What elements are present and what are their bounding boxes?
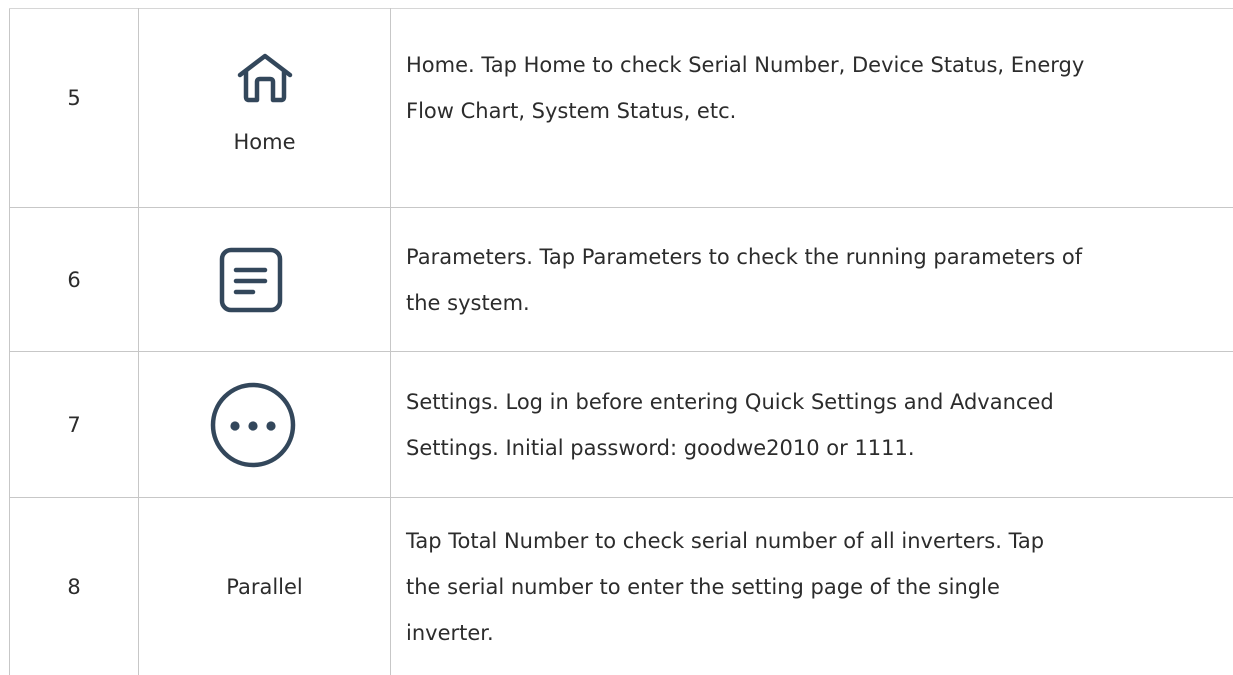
row-number: 5	[67, 86, 81, 110]
more-dots-icon	[210, 382, 295, 467]
row-number-cell: 8	[9, 497, 139, 675]
row-number: 7	[67, 412, 81, 437]
icon-cell	[138, 351, 391, 498]
instruction-table: 5 Home Home. Tap Home to check Serial Nu…	[9, 8, 1233, 675]
icon-cell: Home	[138, 8, 391, 208]
row-number-cell: 7	[9, 351, 139, 498]
row-number-cell: 5	[9, 8, 139, 208]
description-line: Settings. Log in before entering Quick S…	[406, 389, 1054, 414]
description-cell: Parameters. Tap Parameters to check the …	[390, 207, 1233, 352]
description-cell: Home. Tap Home to check Serial Number, D…	[390, 8, 1233, 208]
description-line: the serial number to enter the setting p…	[406, 575, 1000, 599]
row-number: 6	[67, 267, 81, 292]
home-icon-group: Home	[139, 52, 390, 156]
row-number: 8	[67, 575, 81, 599]
description-line: Parameters. Tap Parameters to check the …	[406, 244, 1083, 269]
description-line: Flow Chart, System Status, etc.	[406, 99, 737, 123]
description-line: Home. Tap Home to check Serial Number, D…	[406, 53, 1085, 77]
home-icon	[237, 53, 292, 103]
table-row: 8 Parallel Tap Total Number to check ser…	[9, 497, 1233, 675]
description-cell: Settings. Log in before entering Quick S…	[390, 351, 1233, 498]
table-row: 5 Home Home. Tap Home to check Serial Nu…	[9, 8, 1233, 208]
table-row: 6 Parameters. Tap Parameters to check th…	[9, 207, 1233, 352]
description-line: Settings. Initial password: goodwe2010 o…	[406, 435, 915, 460]
table-row: 7 Settings. Log in before entering Quick…	[9, 351, 1233, 498]
description-line: Tap Total Number to check serial number …	[406, 529, 1045, 553]
parameters-icon-box	[208, 237, 293, 322]
description-line: inverter.	[406, 621, 494, 645]
home-icon-label: Home	[233, 130, 296, 154]
parallel-label: Parallel	[226, 575, 303, 599]
row-number-cell: 6	[9, 207, 139, 352]
description-line: the system.	[406, 290, 530, 315]
icon-cell	[138, 207, 391, 352]
description-cell: Tap Total Number to check serial number …	[390, 497, 1233, 675]
document-icon	[219, 247, 282, 312]
icon-cell: Parallel	[138, 497, 391, 675]
